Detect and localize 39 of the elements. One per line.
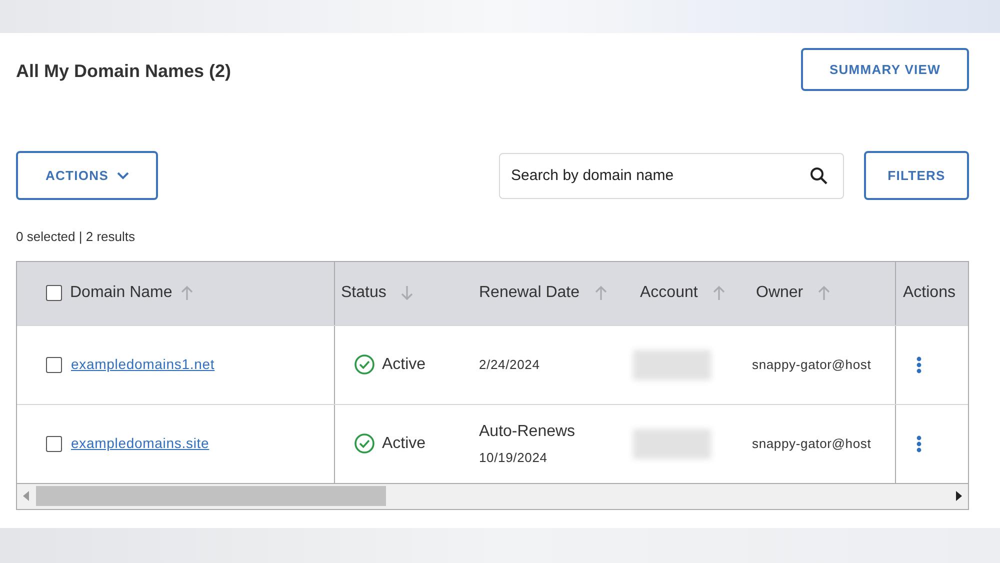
- scroll-right-icon[interactable]: [955, 491, 962, 501]
- checkbox[interactable]: [46, 436, 62, 452]
- check-circle-icon: [354, 354, 375, 375]
- horizontal-scrollbar[interactable]: [17, 482, 968, 508]
- search-field[interactable]: Search by domain name: [499, 152, 844, 198]
- sort-up-icon[interactable]: [817, 285, 832, 301]
- summary-view-button[interactable]: SUMMARY VIEW: [801, 48, 969, 91]
- owner-email: snappy-gator@host: [752, 434, 872, 453]
- selection-summary: 0 selected | 2 results: [16, 228, 136, 246]
- checkbox[interactable]: [46, 356, 62, 372]
- search-icon: [810, 166, 828, 184]
- chevron-down-icon: [116, 172, 129, 180]
- column-header[interactable]: Owner: [756, 281, 804, 305]
- sort-up-icon[interactable]: [180, 285, 194, 301]
- column-header[interactable]: Status: [341, 281, 386, 305]
- check-circle-icon: [354, 433, 375, 454]
- sort-down-icon[interactable]: [400, 285, 414, 301]
- column-header[interactable]: Renewal Date: [479, 281, 580, 305]
- column-header[interactable]: Actions: [903, 281, 956, 305]
- sort-up-icon[interactable]: [594, 285, 608, 301]
- actions-button[interactable]: ACTIONS: [16, 151, 158, 200]
- scroll-left-icon[interactable]: [23, 491, 30, 501]
- domain-link[interactable]: exampledomains.site: [71, 433, 210, 454]
- scrollbar-thumb[interactable]: [36, 486, 386, 506]
- sort-up-icon[interactable]: [712, 285, 726, 301]
- renewal-date: 2/24/2024: [479, 356, 541, 374]
- status-text: Active: [382, 434, 426, 454]
- page-title: All My Domain Names (2): [16, 60, 232, 83]
- owner-email: snappy-gator@host: [752, 356, 872, 374]
- status-text: Active: [382, 354, 426, 374]
- domain-link[interactable]: exampledomains1.net: [71, 354, 215, 375]
- more-options-icon[interactable]: [916, 356, 922, 374]
- column-header[interactable]: Domain Name: [70, 281, 172, 305]
- checkbox[interactable]: [46, 285, 62, 301]
- renewal-date: 10/19/2024: [479, 448, 548, 467]
- more-options-icon[interactable]: [916, 434, 922, 452]
- renewal-note: Auto-Renews: [479, 422, 576, 442]
- filters-button[interactable]: FILTERS: [864, 151, 969, 200]
- column-header[interactable]: Account: [640, 281, 698, 305]
